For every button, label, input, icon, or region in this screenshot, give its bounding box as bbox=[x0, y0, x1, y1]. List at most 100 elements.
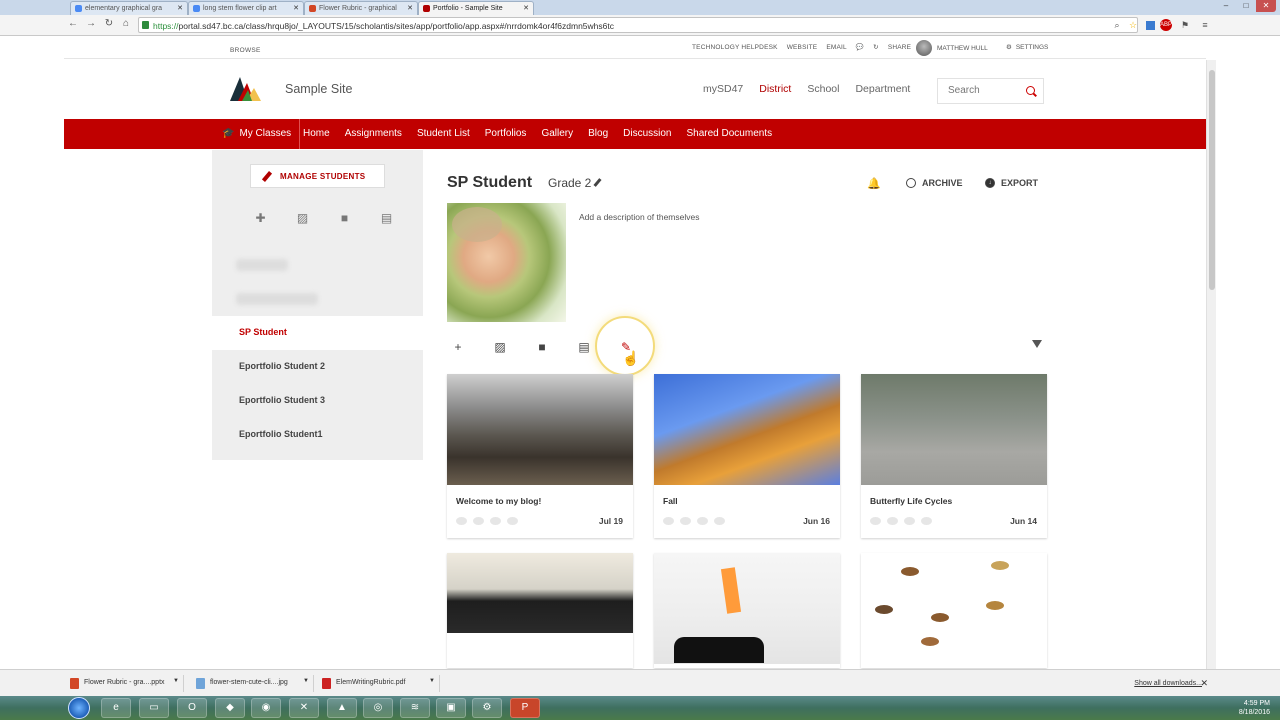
show-all-downloads-link[interactable]: Show all downloads... bbox=[1134, 680, 1202, 687]
window-close-icon[interactable]: ✕ bbox=[1256, 0, 1276, 12]
nav-shared-documents[interactable]: Shared Documents bbox=[687, 128, 773, 139]
post-card[interactable] bbox=[861, 553, 1047, 668]
maximize-icon[interactable]: □ bbox=[1236, 0, 1256, 12]
share-icon[interactable]: ↻ bbox=[873, 43, 879, 51]
post-card[interactable]: Fall Jun 16 bbox=[654, 374, 840, 538]
extension-2-icon[interactable]: ⚑ bbox=[1178, 18, 1192, 32]
download-item[interactable]: Flower Rubric - gra....pptx ▼ bbox=[66, 675, 184, 692]
website-link[interactable]: WEBSITE bbox=[787, 44, 818, 51]
topnav-department[interactable]: Department bbox=[855, 83, 910, 95]
manage-students-button[interactable]: MANAGE STUDENTS bbox=[250, 164, 385, 188]
close-icon[interactable]: ✕ bbox=[177, 4, 183, 12]
student-item[interactable]: Eportfolio Student 3 bbox=[212, 384, 423, 418]
start-button[interactable] bbox=[68, 697, 90, 719]
zoom-icon[interactable]: ⌕ bbox=[1110, 18, 1124, 32]
student-item[interactable]: Eportfolio Student 2 bbox=[212, 350, 423, 384]
folder-icon[interactable]: ▭ bbox=[139, 698, 169, 718]
app-icon[interactable]: ▲ bbox=[327, 698, 357, 718]
post-card[interactable] bbox=[447, 553, 633, 668]
page-scrollbar[interactable] bbox=[1206, 60, 1216, 669]
document-post-icon[interactable]: ▤ bbox=[576, 340, 592, 354]
search-icon[interactable] bbox=[1026, 86, 1035, 95]
chrome-icon[interactable]: ◉ bbox=[251, 698, 281, 718]
abp-icon[interactable]: ABP bbox=[1160, 19, 1172, 31]
close-icon[interactable]: ✕ bbox=[523, 4, 529, 12]
home-icon[interactable]: ⌂ bbox=[119, 18, 133, 29]
document-group-icon[interactable]: ▤ bbox=[374, 210, 399, 226]
back-arrow-icon[interactable]: ← bbox=[66, 18, 80, 29]
browser-tab-2[interactable]: long stem flower clip art ✕ bbox=[188, 1, 304, 15]
close-icon[interactable]: ✕ bbox=[293, 4, 299, 12]
download-item[interactable]: ElemWritingRubric.pdf ▼ bbox=[318, 675, 440, 692]
image-group-icon[interactable]: ▨ bbox=[290, 210, 315, 226]
archive-button[interactable]: ARCHIVE bbox=[906, 178, 963, 188]
star-icon[interactable]: ☆ bbox=[1126, 18, 1140, 32]
reload-icon[interactable]: ↻ bbox=[102, 18, 116, 29]
nav-discussion[interactable]: Discussion bbox=[623, 128, 671, 139]
address-bar[interactable]: https://portal.sd47.bc.ca/class/hrqu8jo/… bbox=[138, 17, 1138, 33]
technology-helpdesk-link[interactable]: TECHNOLOGY HELPDESK bbox=[692, 44, 778, 51]
nav-blog[interactable]: Blog bbox=[588, 128, 608, 139]
email-link[interactable]: EMAIL bbox=[826, 44, 847, 51]
app-icon[interactable]: ◎ bbox=[363, 698, 393, 718]
site-name[interactable]: Sample Site bbox=[285, 82, 352, 96]
powerpoint-icon[interactable]: P bbox=[510, 698, 540, 718]
reaction-icons[interactable] bbox=[663, 517, 725, 525]
share-link[interactable]: SHARE bbox=[888, 44, 911, 51]
settings-menu[interactable]: ⚙ SETTINGS bbox=[1006, 43, 1048, 52]
nav-assignments[interactable]: Assignments bbox=[345, 128, 402, 139]
close-icon[interactable]: ✕ bbox=[407, 4, 413, 12]
chevron-down-icon[interactable]: ▼ bbox=[429, 678, 435, 684]
topnav-mysd47[interactable]: mySD47 bbox=[703, 83, 743, 95]
download-item[interactable]: flower-stem-cute-cli....jpg ▼ bbox=[192, 675, 314, 692]
video-group-icon[interactable]: ■ bbox=[332, 210, 357, 226]
search-input[interactable]: Search bbox=[937, 78, 1044, 104]
tools-icon[interactable]: ✕ bbox=[289, 698, 319, 718]
ie-icon[interactable]: e bbox=[101, 698, 131, 718]
nav-portfolios[interactable]: Portfolios bbox=[485, 128, 527, 139]
student-description[interactable]: Add a description of themselves bbox=[579, 212, 699, 222]
browse-tab[interactable]: BROWSE bbox=[230, 47, 261, 54]
chevron-down-icon[interactable]: ▼ bbox=[173, 678, 179, 684]
close-icon[interactable]: ✕ bbox=[1200, 678, 1208, 689]
reaction-icons[interactable] bbox=[456, 517, 518, 525]
reaction-icons[interactable] bbox=[870, 517, 932, 525]
chat-icon[interactable]: 💬 bbox=[856, 43, 864, 51]
my-classes-menu[interactable]: 🎓 My Classes bbox=[212, 119, 301, 149]
add-post-icon[interactable]: + bbox=[450, 340, 466, 354]
nav-student-list[interactable]: Student List bbox=[417, 128, 470, 139]
menu-icon[interactable]: ≡ bbox=[1198, 18, 1212, 32]
grade-label[interactable]: Grade 2 bbox=[548, 176, 602, 190]
topnav-school[interactable]: School bbox=[807, 83, 839, 95]
post-card[interactable]: Butterfly Life Cycles Jun 14 bbox=[861, 374, 1047, 538]
minimize-icon[interactable]: – bbox=[1216, 0, 1236, 12]
extension-icon[interactable] bbox=[1146, 21, 1155, 30]
browser-tab-3[interactable]: Flower Rubric - graphical ✕ bbox=[304, 1, 418, 15]
video-post-icon[interactable]: ■ bbox=[534, 340, 550, 354]
app-icon[interactable]: ≋ bbox=[400, 698, 430, 718]
post-card[interactable] bbox=[654, 553, 840, 668]
post-card[interactable]: Welcome to my blog! Jul 19 bbox=[447, 374, 633, 538]
chevron-down-icon[interactable]: ▼ bbox=[303, 678, 309, 684]
app-icon[interactable]: ⚙ bbox=[472, 698, 502, 718]
user-menu[interactable]: MATTHEW HULL bbox=[916, 40, 988, 56]
outlook-icon[interactable]: O bbox=[177, 698, 207, 718]
image-post-icon[interactable]: ▨ bbox=[492, 340, 508, 354]
bell-icon[interactable]: 🔔 bbox=[867, 177, 881, 190]
browser-tab-1[interactable]: elementary graphical gra ✕ bbox=[70, 1, 188, 15]
filter-icon[interactable] bbox=[1032, 340, 1042, 348]
nav-gallery[interactable]: Gallery bbox=[541, 128, 573, 139]
nav-home[interactable]: Home bbox=[303, 128, 330, 139]
student-item-active[interactable]: SP Student bbox=[212, 316, 423, 350]
student-profile-photo[interactable] bbox=[447, 203, 566, 322]
forward-arrow-icon[interactable]: → bbox=[84, 18, 98, 29]
topnav-district[interactable]: District bbox=[759, 83, 791, 95]
app-icon[interactable]: ▣ bbox=[436, 698, 466, 718]
scrollbar-thumb[interactable] bbox=[1209, 70, 1215, 290]
site-logo[interactable] bbox=[228, 74, 262, 102]
browser-tab-active[interactable]: Portfolio - Sample Site ✕ bbox=[418, 1, 534, 15]
student-item[interactable]: Eportfolio Student1 bbox=[212, 418, 423, 452]
add-group-icon[interactable]: ✚ bbox=[248, 210, 273, 226]
app-icon[interactable]: ◆ bbox=[215, 698, 245, 718]
system-tray[interactable]: 4:59 PM 8/18/2016 bbox=[1239, 699, 1270, 717]
